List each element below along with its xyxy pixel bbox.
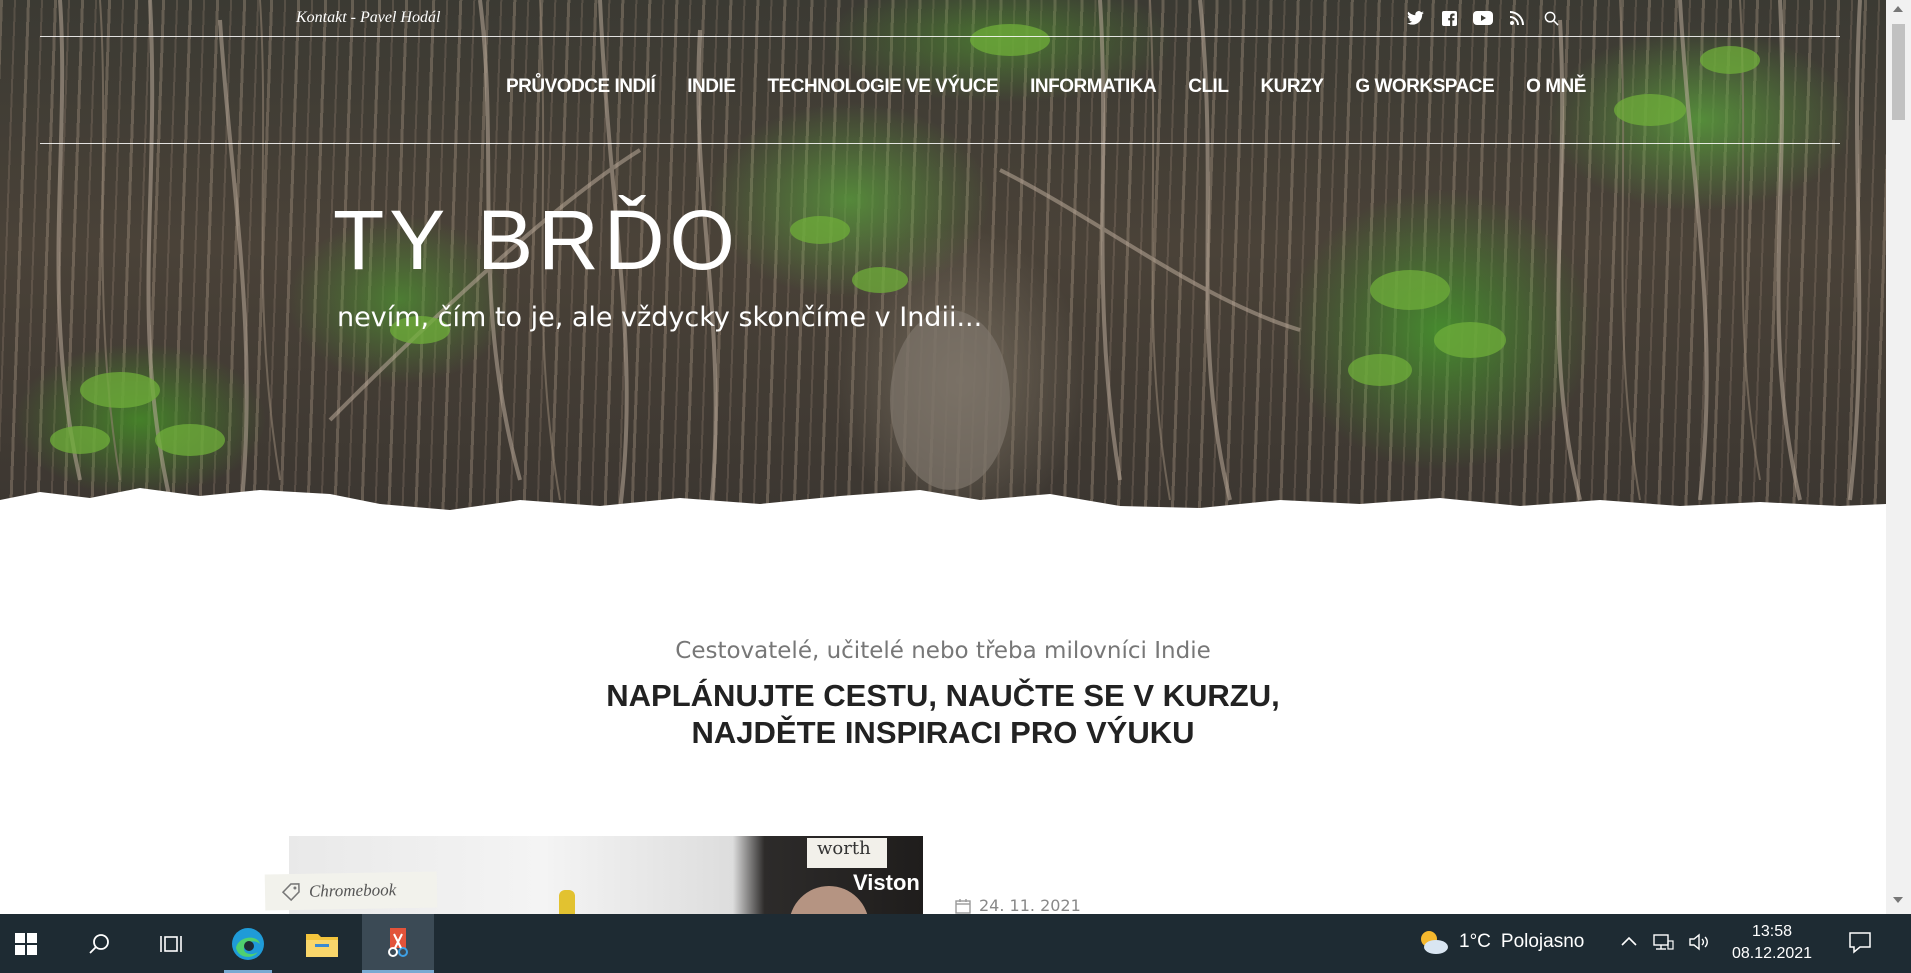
taskbar-clock[interactable]: 13:58 08.12.2021: [1722, 921, 1822, 965]
notification-icon: [1849, 932, 1871, 954]
intro-heading: NAPLÁNUJTE CESTU, NAUČTE SE V KURZU, NAJ…: [0, 677, 1886, 751]
social-icons: [1405, 8, 1561, 28]
thumbnail-sign: worth: [807, 838, 887, 868]
post-date-text: 24. 11. 2021: [979, 896, 1081, 914]
clock-time: 13:58: [1751, 923, 1793, 940]
intro-heading-line-2: NAJDĚTE INSPIRACI PRO VÝUKU: [691, 715, 1195, 750]
taskbar-file-explorer[interactable]: [286, 914, 358, 973]
network-icon[interactable]: [1652, 932, 1674, 952]
nav-item-kurzy[interactable]: KURZY: [1260, 76, 1323, 98]
twitter-icon[interactable]: [1405, 8, 1425, 28]
weather-temperature: 1°C: [1459, 931, 1491, 952]
search-icon: [89, 933, 109, 954]
vertical-scrollbar[interactable]: [1886, 0, 1911, 914]
windows-logo-icon: [15, 932, 37, 955]
scroll-up-arrow-icon[interactable]: [1893, 6, 1903, 12]
post-category-tag[interactable]: Chromebook: [264, 871, 438, 911]
taskbar-snipping-tool[interactable]: [362, 914, 434, 973]
nav-item-g-workspace[interactable]: G WORKSPACE: [1355, 76, 1494, 98]
main-navigation: PRŮVODCE INDIÍ INDIE TECHNOLOGIE VE VÝUC…: [506, 76, 1618, 98]
nav-item-indie[interactable]: INDIE: [687, 76, 736, 98]
thumbnail-lamp: [559, 890, 575, 914]
thumbnail-sign-text: Viston: [853, 870, 920, 895]
notification-center-button[interactable]: [1848, 930, 1872, 958]
search-icon[interactable]: [1541, 8, 1561, 28]
nav-divider: [40, 143, 1840, 144]
nav-item-informatika[interactable]: INFORMATIKA: [1030, 76, 1157, 98]
scroll-down-arrow-icon[interactable]: [1893, 897, 1903, 903]
site-tagline: nevím, čím to je, ale vždycky skončíme v…: [337, 302, 983, 333]
taskbar-edge-app[interactable]: [212, 914, 284, 973]
facebook-icon[interactable]: [1439, 8, 1459, 28]
taskbar-search-button[interactable]: [64, 914, 136, 973]
intro-heading-line-1: NAPLÁNUJTE CESTU, NAUČTE SE V KURZU,: [606, 678, 1280, 713]
post-date: 24. 11. 2021: [955, 896, 1081, 914]
youtube-icon[interactable]: [1473, 8, 1493, 28]
hero-banner: Kontakt - Pavel Hodál PRŮVODCE INDIÍ IND…: [0, 0, 1886, 545]
nav-item-pruvodce-indii[interactable]: PRŮVODCE INDIÍ: [506, 76, 656, 98]
partly-cloudy-icon: [1421, 931, 1448, 954]
nav-item-clil[interactable]: CLIL: [1188, 76, 1229, 98]
browser-page: Kontakt - Pavel Hodál PRŮVODCE INDIÍ IND…: [0, 0, 1886, 914]
scrollbar-thumb[interactable]: [1892, 24, 1905, 120]
chevron-up-icon[interactable]: [1620, 932, 1638, 952]
task-view-icon: [160, 935, 182, 952]
system-tray: [1620, 932, 1710, 952]
edge-browser-icon: [232, 927, 264, 960]
start-button[interactable]: [0, 914, 52, 973]
intro-subtitle: Cestovatelé, učitelé nebo třeba milovníc…: [675, 638, 1211, 664]
calendar-icon: [955, 898, 971, 914]
tag-icon: [281, 883, 300, 902]
top-divider: [40, 36, 1840, 37]
windows-taskbar: 1°C Polojasno 13:58 08.12.2021: [0, 914, 1911, 973]
nav-item-o-mne[interactable]: O MNĚ: [1526, 76, 1586, 98]
rss-icon[interactable]: [1507, 8, 1527, 28]
clock-date: 08.12.2021: [1731, 945, 1813, 962]
hero-torn-edge: [0, 488, 1886, 545]
site-title[interactable]: TY BRĎO: [333, 198, 740, 282]
contact-link[interactable]: Kontakt - Pavel Hodál: [296, 9, 440, 27]
weather-condition: Polojasno: [1500, 931, 1585, 952]
snipping-tool-icon: [388, 928, 408, 957]
speaker-volume-icon[interactable]: [1688, 932, 1710, 952]
weather-widget[interactable]: 1°C Polojasno: [1417, 928, 1584, 956]
nav-item-technologie-ve-vyuce[interactable]: TECHNOLOGIE VE VÝUCE: [767, 76, 998, 98]
task-view-button[interactable]: [136, 914, 208, 973]
post-tag-label: Chromebook: [308, 880, 397, 901]
folder-icon: [306, 933, 338, 957]
